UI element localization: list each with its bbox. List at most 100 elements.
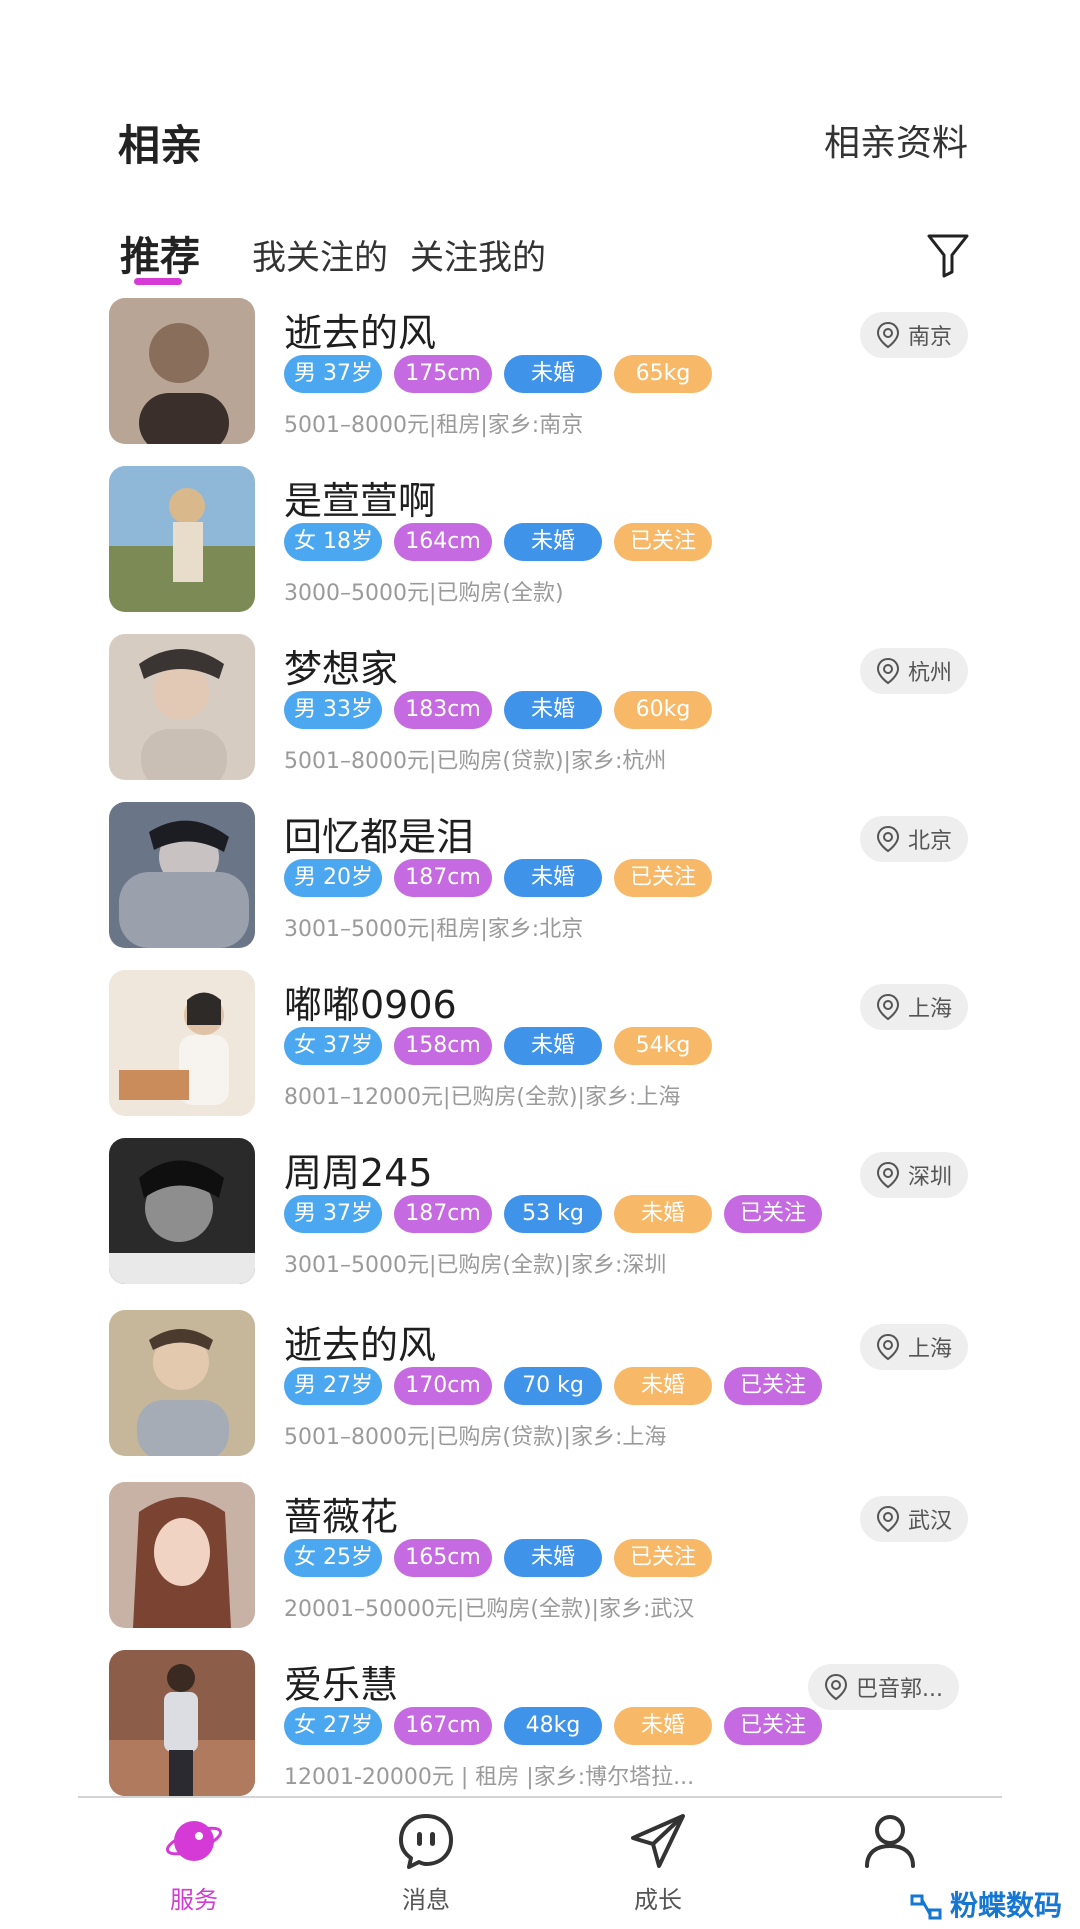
avatar [109, 634, 255, 780]
profile-row[interactable]: 是萱萱啊 女 18岁 164cm 未婚 已关注 3000–5000元|已购房(全… [0, 460, 1080, 620]
location-text: 巴音郭... [856, 1677, 943, 1702]
profile-row[interactable]: 周周245 男 37岁 187cm 53 kg 未婚 已关注 3001–5000… [0, 1132, 1080, 1292]
location-text: 上海 [908, 1337, 953, 1362]
profile-name: 蔷薇花 [284, 1495, 399, 1539]
location-text: 杭州 [908, 661, 953, 686]
chat-icon [399, 1814, 453, 1869]
tag-followed: 已关注 [724, 1707, 822, 1745]
tag-height: 183cm [394, 691, 492, 729]
location-text: 武汉 [908, 1509, 953, 1534]
location-badge: 杭州 [860, 648, 969, 694]
location-badge: 武汉 [860, 1496, 969, 1542]
location-text: 深圳 [908, 1165, 953, 1190]
tag-marital: 未婚 [504, 355, 602, 393]
tag-marital: 未婚 [504, 1027, 602, 1065]
tag-marital: 未婚 [504, 523, 602, 561]
profile-info: 3000–5000元|已购房(全款) [284, 581, 564, 606]
tag-weight: 53 kg [504, 1195, 602, 1233]
avatar [109, 1482, 255, 1628]
avatar [109, 298, 255, 444]
profile-tags: 男 37岁 187cm 53 kg 未婚 已关注 [284, 1195, 822, 1233]
tag-height: 175cm [394, 355, 492, 393]
location-pin-icon [876, 1161, 900, 1189]
tag-followed: 已关注 [614, 1539, 712, 1577]
profile-row[interactable]: 嘟嘟0906 女 37岁 158cm 未婚 54kg 8001–12000元|已… [0, 964, 1080, 1124]
tag-gender-age: 男 37岁 [284, 355, 382, 393]
send-icon [631, 1814, 685, 1868]
nav-divider [78, 1796, 1002, 1798]
nav-profile[interactable] [830, 1810, 950, 1872]
tag-followed: 已关注 [724, 1195, 822, 1233]
tag-height: 187cm [394, 1195, 492, 1233]
tag-height: 187cm [394, 859, 492, 897]
profile-name: 嘟嘟0906 [284, 983, 457, 1027]
profile-name: 爱乐慧 [284, 1663, 399, 1707]
tag-height: 165cm [394, 1539, 492, 1577]
tag-marital: 未婚 [614, 1367, 712, 1405]
location-text: 北京 [908, 829, 953, 854]
profile-row[interactable]: 蔷薇花 女 25岁 165cm 未婚 已关注 20001–50000元|已购房(… [0, 1476, 1080, 1636]
profile-name: 梦想家 [284, 647, 399, 691]
watermark-logo-icon [908, 1892, 944, 1922]
page-title: 相亲 [118, 121, 203, 170]
profile-info: 3001–5000元|租房|家乡:北京 [284, 917, 584, 942]
profile-tags: 男 33岁 183cm 未婚 60kg [284, 691, 712, 729]
location-pin-icon [824, 1673, 848, 1701]
tag-followed: 已关注 [614, 523, 712, 561]
tag-marital: 未婚 [614, 1195, 712, 1233]
tag-gender-age: 女 18岁 [284, 523, 382, 561]
nav-messages[interactable]: 消息 [366, 1810, 486, 1915]
tag-gender-age: 女 37岁 [284, 1027, 382, 1065]
tag-marital: 未婚 [504, 859, 602, 897]
tag-height: 170cm [394, 1367, 492, 1405]
profile-name: 逝去的风 [284, 311, 437, 355]
profile-row[interactable]: 逝去的风 男 37岁 175cm 未婚 65kg 5001–8000元|租房|家… [0, 292, 1080, 452]
filter-icon[interactable] [926, 232, 970, 278]
avatar [109, 802, 255, 948]
profile-row[interactable]: 梦想家 男 33岁 183cm 未婚 60kg 5001–8000元|已购房(贷… [0, 628, 1080, 788]
tag-marital: 未婚 [504, 1539, 602, 1577]
location-badge: 北京 [860, 816, 969, 862]
location-badge: 上海 [860, 1324, 969, 1370]
header: 相亲 相亲资料 [0, 0, 1080, 200]
watermark: 粉蝶数码 [908, 1884, 1062, 1924]
tag-weight: 70 kg [504, 1367, 602, 1405]
tag-weight: 54kg [614, 1027, 712, 1065]
tab-following[interactable]: 我关注的 [252, 230, 388, 279]
profile-link[interactable]: 相亲资料 [824, 114, 968, 166]
user-icon [865, 1815, 915, 1868]
tag-marital: 未婚 [614, 1707, 712, 1745]
tag-weight: 48kg [504, 1707, 602, 1745]
profile-info: 20001–50000元|已购房(全款)|家乡:武汉 [284, 1597, 695, 1622]
location-pin-icon [876, 825, 900, 853]
planet-icon [166, 1821, 222, 1861]
tab-followers[interactable]: 关注我的 [410, 230, 546, 279]
profile-name: 逝去的风 [284, 1323, 437, 1367]
profile-tags: 男 20岁 187cm 未婚 已关注 [284, 859, 712, 897]
profile-row[interactable]: 爱乐慧 女 27岁 167cm 48kg 未婚 已关注 12001-20000元… [0, 1644, 1080, 1804]
profile-info: 5001–8000元|已购房(贷款)|家乡:杭州 [284, 749, 667, 774]
location-badge: 南京 [860, 312, 969, 358]
profile-info: 12001-20000元 | 租房 |家乡:博尔塔拉... [284, 1765, 695, 1790]
location-text: 上海 [908, 997, 953, 1022]
profile-tags: 女 27岁 167cm 48kg 未婚 已关注 [284, 1707, 822, 1745]
tab-recommend[interactable]: 推荐 [120, 224, 200, 282]
profile-tags: 女 18岁 164cm 未婚 已关注 [284, 523, 712, 561]
location-text: 南京 [908, 325, 953, 350]
location-pin-icon [876, 321, 900, 349]
nav-service[interactable]: 服务 [134, 1810, 254, 1915]
profile-name: 周周245 [284, 1151, 433, 1195]
location-badge: 深圳 [860, 1152, 969, 1198]
tab-indicator [134, 278, 182, 285]
tab-bar: 推荐 我关注的 关注我的 [0, 210, 1080, 300]
tag-height: 158cm [394, 1027, 492, 1065]
profile-row[interactable]: 逝去的风 男 27岁 170cm 70 kg 未婚 已关注 5001–8000元… [0, 1304, 1080, 1464]
nav-growth[interactable]: 成长 [598, 1810, 718, 1915]
profile-row[interactable]: 回忆都是泪 男 20岁 187cm 未婚 已关注 3001–5000元|租房|家… [0, 796, 1080, 956]
tag-gender-age: 男 33岁 [284, 691, 382, 729]
avatar [109, 466, 255, 612]
tag-height: 167cm [394, 1707, 492, 1745]
tag-followed: 已关注 [614, 859, 712, 897]
location-pin-icon [876, 657, 900, 685]
profile-name: 回忆都是泪 [284, 815, 475, 859]
